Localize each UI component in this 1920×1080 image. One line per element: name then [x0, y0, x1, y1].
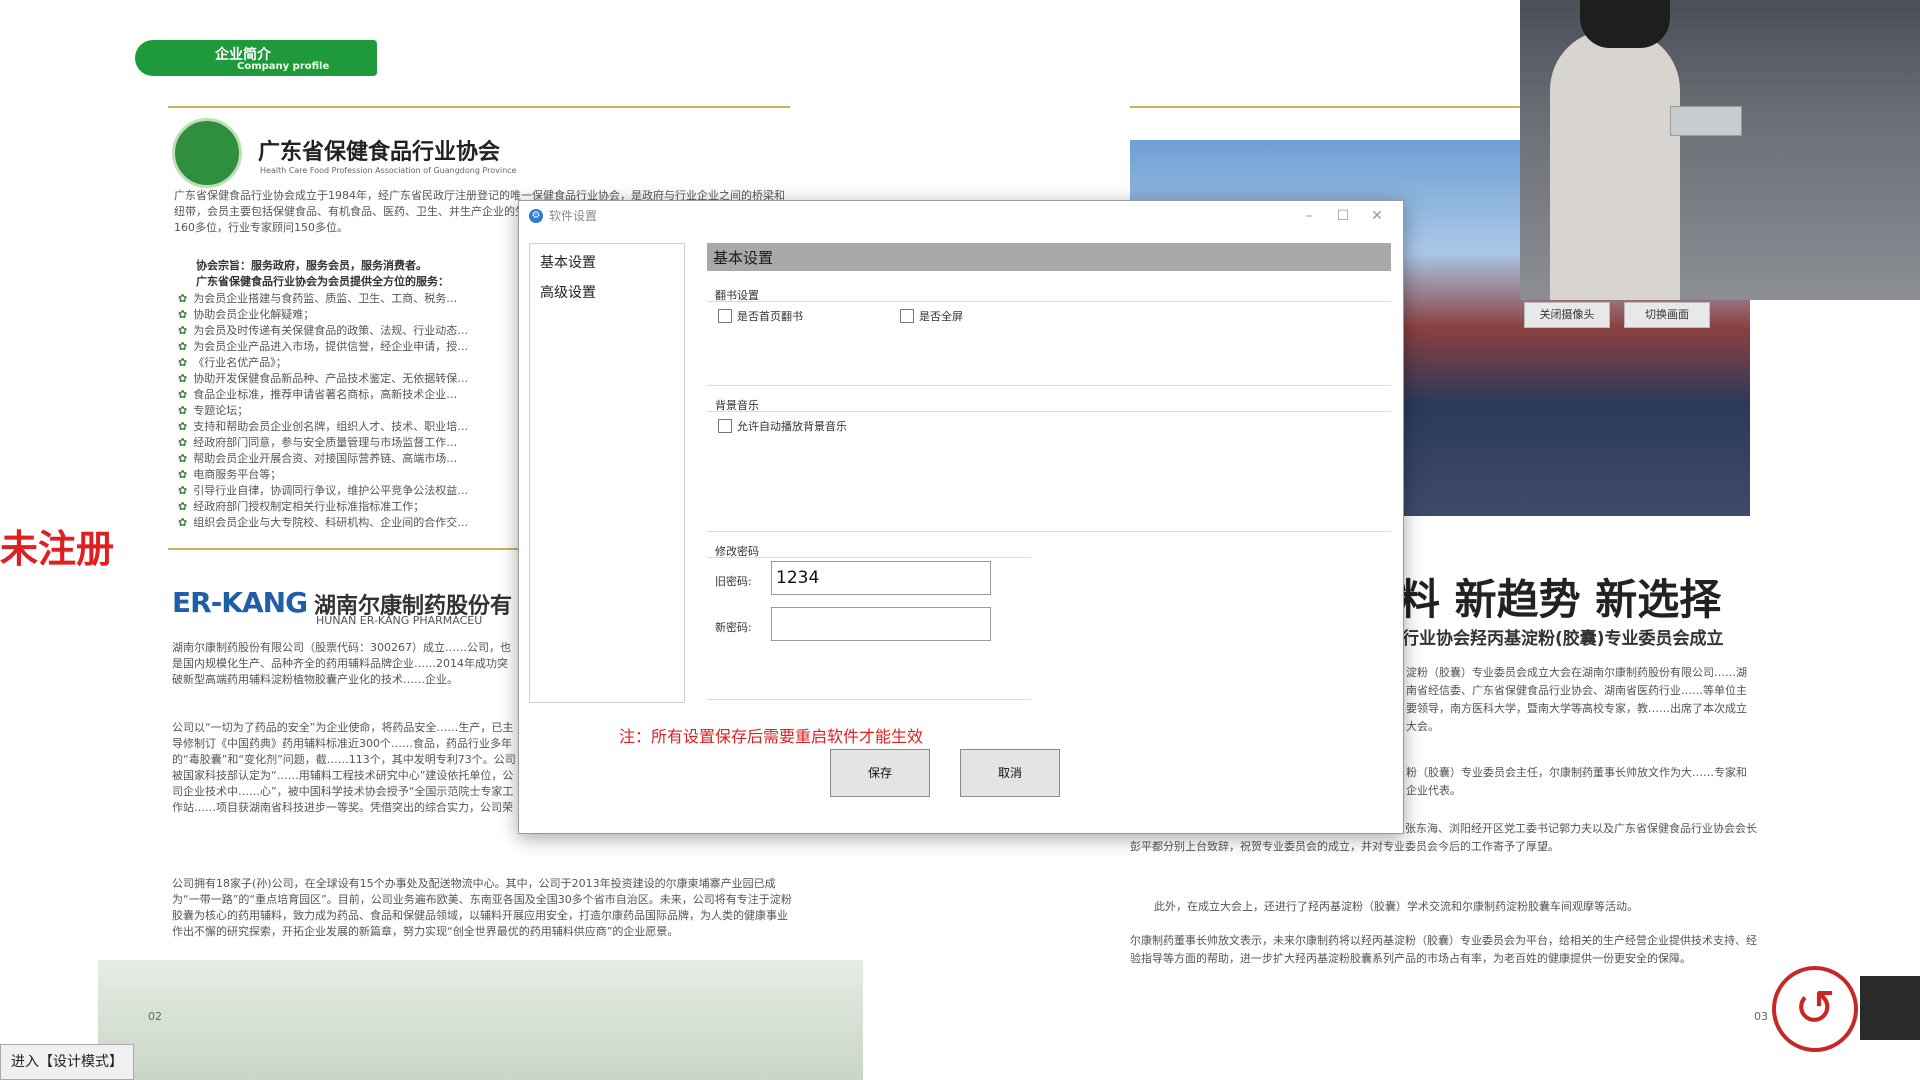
association-subtitle: Health Care Food Profession Association … [260, 166, 517, 175]
list-item: 为会员及时传递有关保健食品的政策、法规、行业动态… [178, 322, 518, 338]
list-item: 组织会员企业与大专院校、科研机构、企业间的合作交… [178, 514, 518, 530]
old-password-input[interactable] [771, 561, 991, 595]
group-divider [707, 301, 1391, 302]
association-logo [172, 118, 242, 188]
old-password-label: 旧密码: [715, 575, 752, 588]
webcam-feed [1520, 0, 1920, 300]
list-item: 经政府部门同意，参与安全质量管理与市场监督工作… [178, 434, 518, 450]
content-header-label: 基本设置 [713, 249, 774, 267]
restart-note: 注：所有设置保存后需要重启软件才能生效 [619, 727, 924, 746]
left-page-number: 02 [148, 1010, 162, 1023]
autoplay-music-label: 允许自动播放背景音乐 [737, 420, 847, 433]
close-camera-button[interactable]: 关闭摄像头 [1524, 302, 1610, 328]
flip-first-page-checkbox[interactable] [718, 309, 732, 323]
erkang-paragraph-2: 公司以“一切为了药品的安全”为企业使命，将药品安全……生产，已主导修制订《中国药… [172, 721, 516, 814]
refresh-button[interactable]: ↺ [1772, 966, 1858, 1052]
association-title: 广东省保健食品行业协会 [258, 140, 501, 165]
new-password-input[interactable] [771, 607, 991, 641]
group-divider [707, 531, 1391, 532]
divider [168, 106, 790, 108]
factory-photo [98, 960, 863, 1080]
association-service-list: 为会员企业搭建与食药监、质监、卫生、工商、税务… 协助会员企业化解疑难； 为会员… [178, 290, 518, 530]
right-subheadline: 行业协会羟丙基淀粉(胶囊)专业委员会成立 [1402, 629, 1724, 649]
new-password-label: 新密码: [715, 621, 752, 634]
list-item: 协助开发保健食品新品种、产品技术鉴定、无依据转保… [178, 370, 518, 386]
right-paragraph-4: 此外，在成立大会上，还进行了羟丙基淀粉（胶囊）学术交流和尔康制药淀粉胶囊车间观摩… [1154, 900, 1638, 913]
erkang-paragraph-3: 公司拥有18家子(孙)公司，在全球设有15个办事处及配送物流中心。其中，公司于2… [172, 877, 792, 938]
switch-view-button[interactable]: 切换画面 [1624, 302, 1710, 328]
erkang-subtitle: HUNAN ER-KANG PHARMACEU [316, 614, 483, 627]
gear-icon: ⚙ [529, 209, 543, 223]
cancel-button[interactable]: 取消 [960, 749, 1060, 797]
fullscreen-label: 是否全屏 [919, 310, 963, 323]
unregistered-watermark: 未注册 [0, 527, 115, 571]
undo-icon: ↺ [1794, 979, 1836, 1037]
erkang-intro: 湖南尔康制药股份有限公司（股票代码：300267）成立……公司，也是国内规模化生… [172, 641, 511, 686]
nav-item-basic[interactable]: 基本设置 [540, 252, 596, 272]
corner-panel [1860, 976, 1920, 1040]
list-item: 协助会员企业化解疑难； [178, 306, 518, 322]
list-item: 为会员企业搭建与食药监、质监、卫生、工商、税务… [178, 290, 518, 306]
association-mission: 协会宗旨：服务政府，服务会员，服务消费者。 [196, 259, 427, 272]
list-item: 帮助会员企业开展合资、对接国际营养链、高端市场… [178, 450, 518, 466]
settings-dialog: ⚙ 软件设置 – ☐ ✕ 基本设置 高级设置 基本设置 翻书设置 是否首页翻书 … [518, 200, 1404, 834]
right-page-number: 03 [1754, 1010, 1768, 1023]
association-services-title: 广东省保健食品行业协会为会员提供全方位的服务： [196, 275, 449, 288]
dialog-titlebar[interactable]: ⚙ 软件设置 – ☐ ✕ [519, 201, 1403, 231]
content-header: 基本设置 [707, 243, 1391, 271]
ceiling-unit [1670, 106, 1742, 136]
settings-nav: 基本设置 高级设置 [529, 243, 685, 703]
hair-shape [1580, 0, 1670, 48]
banner-title-en: Company profile [237, 61, 330, 72]
design-mode-button[interactable]: 进入【设计模式】 [0, 1044, 134, 1080]
right-headline: 料 新趋势 新选择 [1398, 575, 1722, 624]
list-item: 经政府部门授权制定相关行业标准指标准工作； [178, 498, 518, 514]
dialog-title: 软件设置 [549, 209, 598, 223]
fullscreen-checkbox[interactable] [900, 309, 914, 323]
list-item: 专题论坛； [178, 402, 518, 418]
group-divider [707, 699, 1031, 700]
list-item: 食品企业标准，推荐申请省著名商标，高新技术企业… [178, 386, 518, 402]
list-item: 引导行业自律，协调同行争议，维护公平竞争公法权益… [178, 482, 518, 498]
group-divider [707, 385, 1391, 386]
group-divider [707, 557, 1031, 558]
flip-first-page-label: 是否首页翻书 [737, 310, 803, 323]
autoplay-music-checkbox[interactable] [718, 419, 732, 433]
save-button[interactable]: 保存 [830, 749, 930, 797]
person-silhouette [1550, 30, 1680, 300]
close-icon[interactable]: ✕ [1357, 203, 1397, 229]
right-paragraph-5: 尔康制药董事长帅放文表示，未来尔康制药将以羟丙基淀粉（胶囊）专业委员会为平台，给… [1130, 934, 1757, 965]
group-divider [707, 411, 1391, 412]
erkang-logo: ER-KANG [172, 586, 308, 619]
list-item: 支持和帮助会员企业创名牌，组织人才、技术、职业培… [178, 418, 518, 434]
divider [1130, 106, 1522, 108]
divider [168, 548, 522, 550]
list-item: 电商服务平台等； [178, 466, 518, 482]
company-profile-banner: 企业简介 Company profile [135, 36, 377, 76]
nav-item-advanced[interactable]: 高级设置 [540, 282, 596, 302]
list-item: 《行业名优产品》； [178, 354, 518, 370]
right-paragraph-1: 淀粉（胶囊）专业委员会成立大会在湖南尔康制药股份有限公司……湖南省经信委、广东省… [1406, 666, 1747, 733]
list-item: 为会员企业产品进入市场，提供信誉，经企业申请，授… [178, 338, 518, 354]
right-paragraph-2: 粉（胶囊）专业委员会主任，尔康制药董事长帅放文作为大……专家和企业代表。 [1406, 766, 1747, 797]
